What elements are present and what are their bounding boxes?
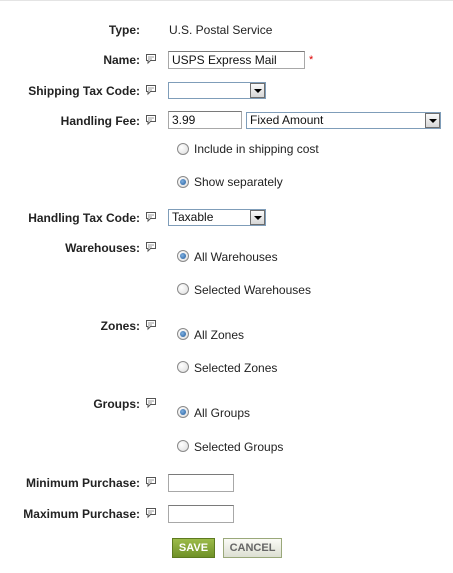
handling-fee-type-select[interactable]: Fixed Amount <box>246 112 441 129</box>
radio-selected-warehouses[interactable] <box>177 283 189 295</box>
help-comment-icon[interactable] <box>145 114 157 126</box>
handling-fee-input[interactable] <box>168 111 242 129</box>
help-comment-icon[interactable] <box>145 211 157 223</box>
minimum-purchase-input[interactable] <box>168 474 234 492</box>
groups-label: Groups: <box>93 397 140 411</box>
radio-all-warehouses[interactable] <box>177 250 189 262</box>
radio-label: Include in shipping cost <box>194 142 319 156</box>
radio-label: All Zones <box>194 328 245 342</box>
radio-label: All Groups <box>194 406 251 420</box>
maximum-purchase-label: Maximum Purchase: <box>23 507 140 521</box>
type-value: U.S. Postal Service <box>169 23 273 37</box>
top-divider <box>0 0 453 1</box>
cancel-button[interactable]: CANCEL <box>223 538 282 558</box>
help-comment-icon[interactable] <box>145 319 157 331</box>
handling-tax-code-label: Handling Tax Code: <box>28 211 140 225</box>
save-button[interactable]: SAVE <box>172 538 215 558</box>
chevron-down-icon[interactable] <box>250 83 265 98</box>
handling-fee-type-value: Fixed Amount <box>250 113 324 127</box>
help-comment-icon[interactable] <box>145 397 157 409</box>
zones-label: Zones: <box>100 319 140 333</box>
handling-tax-code-select[interactable]: Taxable <box>168 209 266 226</box>
shipping-tax-code-select[interactable] <box>168 82 266 99</box>
radio-all-zones[interactable] <box>177 328 189 340</box>
help-comment-icon[interactable] <box>145 84 157 96</box>
type-label: Type: <box>108 23 140 37</box>
required-marker: * <box>309 54 314 66</box>
radio-include-in-shipping[interactable] <box>177 143 189 155</box>
radio-label: Selected Warehouses <box>194 283 311 297</box>
radio-show-separately[interactable] <box>177 176 189 188</box>
help-comment-icon[interactable] <box>145 241 157 253</box>
help-comment-icon[interactable] <box>145 476 157 488</box>
radio-selected-zones[interactable] <box>177 361 189 373</box>
chevron-down-icon[interactable] <box>425 113 440 128</box>
radio-label: Selected Zones <box>194 361 278 375</box>
help-comment-icon[interactable] <box>145 507 157 519</box>
shipping-tax-code-label: Shipping Tax Code: <box>28 84 140 98</box>
minimum-purchase-label: Minimum Purchase: <box>25 476 140 490</box>
radio-all-groups[interactable] <box>177 406 189 418</box>
radio-selected-groups[interactable] <box>177 440 189 452</box>
handling-fee-label: Handling Fee: <box>60 114 140 128</box>
name-label: Name: <box>103 53 140 67</box>
radio-label: Selected Groups <box>194 440 284 454</box>
radio-label: All Warehouses <box>194 250 278 264</box>
radio-label: Show separately <box>194 175 283 189</box>
warehouses-label: Warehouses: <box>65 241 140 255</box>
name-input[interactable] <box>168 51 305 69</box>
chevron-down-icon[interactable] <box>250 210 265 225</box>
maximum-purchase-input[interactable] <box>168 505 234 523</box>
help-comment-icon[interactable] <box>145 53 157 65</box>
handling-tax-code-value: Taxable <box>172 210 214 224</box>
